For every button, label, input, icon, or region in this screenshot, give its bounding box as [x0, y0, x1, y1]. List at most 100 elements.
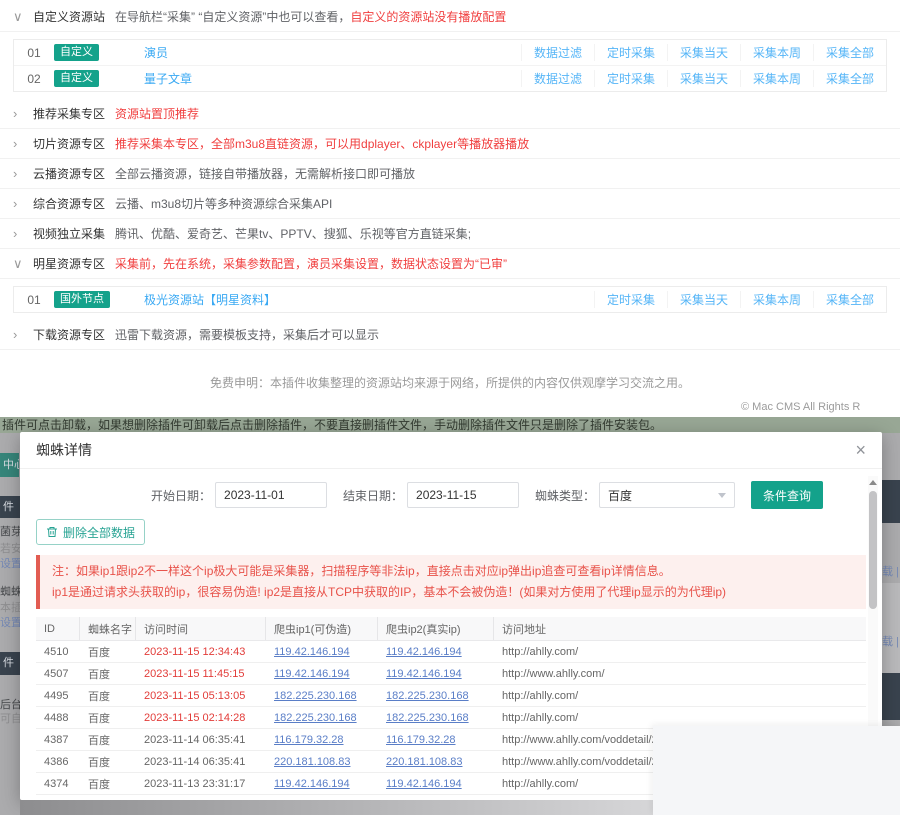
right-page-fragment — [882, 673, 900, 720]
action-link[interactable]: 定时采集 — [594, 70, 667, 87]
resource-section-header[interactable]: ∨明星资源专区采集前，先在系统，采集参数配置，演员采集设置，数据状态设置为“已审… — [0, 249, 900, 279]
left-page-fragment: 件 — [0, 496, 20, 518]
resource-row: 02自定义量子文章数据过滤定时采集采集当天采集本周采集全部 — [14, 66, 886, 91]
table-row: 4495百度2023-11-15 05:13:05182.225.230.168… — [36, 685, 866, 707]
action-link[interactable]: 数据过滤 — [521, 70, 594, 87]
resource-name-link[interactable]: 演员 — [130, 44, 521, 61]
close-icon[interactable]: × — [855, 441, 866, 459]
action-link[interactable]: 采集全部 — [813, 70, 886, 87]
cell-visit-url: http://ahlly.com/ — [494, 646, 866, 658]
cell-id: 4374 — [36, 778, 80, 790]
action-link[interactable]: 采集当天 — [667, 291, 740, 308]
resource-section-header[interactable]: ›推荐采集专区资源站置顶推荐 — [0, 99, 900, 129]
action-link[interactable]: 采集本周 — [740, 291, 813, 308]
action-link[interactable]: 采集当天 — [667, 44, 740, 61]
resource-sections: ∨自定义资源站在导航栏“采集” “自定义资源”中也可以查看，自定义的资源站没有播… — [0, 2, 900, 350]
section-title: 综合资源专区 — [33, 195, 105, 212]
section-description: 迅雷下载资源，需要模板支持，采集后才可以显示 — [115, 326, 379, 343]
action-link[interactable]: 定时采集 — [594, 291, 667, 308]
chevron-down-icon — [718, 493, 726, 498]
cell-spider-name: 百度 — [80, 688, 136, 704]
right-page-fragment: 载 | — [882, 633, 899, 649]
spider-type-value: 百度 — [608, 487, 632, 504]
query-button[interactable]: 条件查询 — [751, 481, 823, 509]
chevron-right-icon: › — [13, 166, 24, 181]
ip2-link[interactable]: 119.42.146.194 — [378, 646, 494, 658]
section-title: 云播资源专区 — [33, 165, 105, 182]
left-page-fragment: 设置 — [0, 614, 22, 630]
badge-cell: 自定义 — [54, 70, 130, 87]
delete-all-button[interactable]: 删除全部数据 — [36, 519, 145, 545]
resource-section-header[interactable]: ›综合资源专区云播、m3u8切片等多种资源综合采集API — [0, 189, 900, 219]
modal-title: 蜘蛛详情 — [36, 440, 92, 460]
resource-section-header[interactable]: ›下载资源专区迅雷下载资源，需要模板支持，采集后才可以显示 — [0, 320, 900, 350]
section-title: 视频独立采集 — [33, 225, 105, 242]
scroll-up-icon[interactable] — [869, 480, 877, 485]
resource-section-header[interactable]: ›视频独立采集腾讯、优酷、爱奇艺、芒果tv、PPTV、搜狐、乐视等官方直链采集; — [0, 219, 900, 249]
chevron-right-icon: › — [13, 196, 24, 211]
disclaimer-text: 免费申明：本插件收集整理的资源站均来源于网络，所提供的内容仅供观摩学习交流之用。 — [0, 374, 900, 391]
left-page-fragment: 中心 — [0, 453, 19, 477]
copyright-text: © Mac CMS All Rights R — [741, 401, 860, 413]
ip1-link[interactable]: 220.181.108.83 — [266, 756, 378, 768]
resource-station-page: ∨自定义资源站在导航栏“采集” “自定义资源”中也可以查看，自定义的资源站没有播… — [0, 0, 900, 417]
ip2-link[interactable]: 182.225.230.168 — [378, 712, 494, 724]
ip2-link[interactable]: 182.225.230.168 — [378, 690, 494, 702]
ip2-link[interactable]: 116.179.32.28 — [378, 734, 494, 746]
action-link[interactable]: 数据过滤 — [521, 44, 594, 61]
start-date-input[interactable] — [215, 482, 327, 508]
resource-section-header[interactable]: ›切片资源专区推荐采集本专区，全部m3u8直链资源，可以用dplayer、ckp… — [0, 129, 900, 159]
ip1-link[interactable]: 116.179.32.28 — [266, 734, 378, 746]
notice-line-1: 注：如果ip1跟ip2不一样这个ip极大可能是采集器，扫描程序等非法ip，直接点… — [52, 561, 854, 582]
cell-visit-time: 2023-11-15 02:14:28 — [136, 712, 266, 724]
ip2-link[interactable]: 119.42.146.194 — [378, 778, 494, 790]
cell-visit-time: 2023-11-13 23:31:17 — [136, 778, 266, 790]
action-link[interactable]: 采集全部 — [813, 291, 886, 308]
ip1-link[interactable]: 119.42.146.194 — [266, 778, 378, 790]
column-header: 访问时间 — [136, 617, 266, 640]
ip1-link[interactable]: 182.225.230.168 — [266, 712, 378, 724]
resource-type-badge: 自定义 — [54, 70, 99, 87]
table-row: 4507百度2023-11-15 11:45:15119.42.146.1941… — [36, 663, 866, 685]
action-link[interactable]: 定时采集 — [594, 44, 667, 61]
trash-icon — [46, 526, 58, 538]
resource-type-badge: 自定义 — [54, 44, 99, 61]
left-page-fragment: 蜘蛛 — [0, 583, 22, 599]
action-link[interactable]: 采集当天 — [667, 70, 740, 87]
spider-type-select[interactable]: 百度 — [599, 482, 735, 508]
column-header: 爬虫ip1(可伪造) — [266, 617, 378, 640]
cell-id: 4488 — [36, 712, 80, 724]
ip1-link[interactable]: 182.225.230.168 — [266, 690, 378, 702]
resource-name-link[interactable]: 量子文章 — [130, 70, 521, 87]
column-header: 蜘蛛名字 — [80, 617, 136, 640]
section-warning-text: 资源站置顶推荐 — [115, 105, 199, 122]
end-date-input[interactable] — [407, 482, 519, 508]
right-page-fragment — [882, 583, 900, 673]
resource-type-badge: 国外节点 — [54, 291, 110, 308]
plugin-uninstall-alert: 插件可点击卸载，如果想删除插件可卸载后点击删除插件，不要直接删插件文件，手动删除… — [0, 417, 900, 433]
section-warning-text: 采集前，先在系统，采集参数配置，演员采集设置，数据状态设置为“已审” — [115, 255, 507, 272]
section-title: 推荐采集专区 — [33, 105, 105, 122]
section-description: 全部云播资源，链接自带播放器，无需解析接口即可播放 — [115, 165, 415, 182]
resource-name-link[interactable]: 极光资源站【明星资料】 — [130, 291, 594, 308]
action-link[interactable]: 采集全部 — [813, 44, 886, 61]
right-page-fragment: 载 | — [882, 563, 899, 579]
section-title: 自定义资源站 — [33, 8, 105, 25]
ip1-link[interactable]: 119.42.146.194 — [266, 646, 378, 658]
chevron-down-icon: ∨ — [13, 9, 24, 25]
cell-spider-name: 百度 — [80, 754, 136, 770]
ip2-link[interactable]: 119.42.146.194 — [378, 668, 494, 680]
ip1-link[interactable]: 119.42.146.194 — [266, 668, 378, 680]
left-page-fragment: 若安 — [0, 540, 22, 556]
action-link[interactable]: 采集本周 — [740, 70, 813, 87]
resource-section-header[interactable]: ∨自定义资源站在导航栏“采集” “自定义资源”中也可以查看，自定义的资源站没有播… — [0, 2, 900, 32]
blank-popup — [653, 726, 900, 815]
ip2-link[interactable]: 220.181.108.83 — [378, 756, 494, 768]
resource-section-header[interactable]: › 云播资源专区全部云播资源，链接自带播放器，无需解析接口即可播放 — [0, 159, 900, 189]
filter-form: 开始日期： 结束日期： 蜘蛛类型： 百度 条件查询 — [151, 481, 866, 509]
action-link[interactable]: 采集本周 — [740, 44, 813, 61]
section-description: 在导航栏“采集” “自定义资源”中也可以查看， — [115, 8, 350, 25]
scrollbar-thumb[interactable] — [869, 491, 877, 609]
ip-notice-box: 注：如果ip1跟ip2不一样这个ip极大可能是采集器，扫描程序等非法ip，直接点… — [36, 555, 866, 609]
cell-spider-name: 百度 — [80, 732, 136, 748]
